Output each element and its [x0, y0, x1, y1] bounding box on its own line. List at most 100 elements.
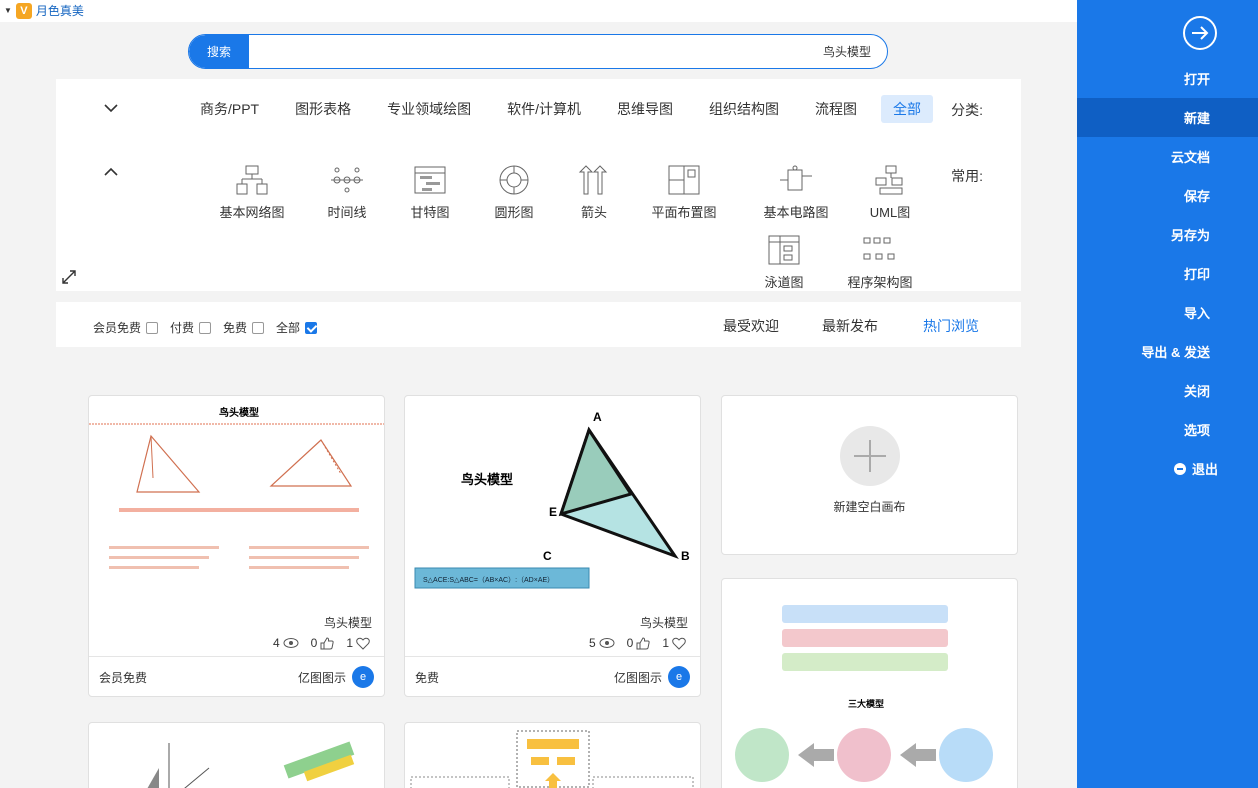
- sidebar-item-print[interactable]: 打印: [1077, 254, 1258, 293]
- heart-icon[interactable]: [356, 637, 370, 650]
- brand-name: 月色真美: [35, 4, 84, 18]
- card-stats: 4 0 1: [273, 636, 370, 650]
- thumb-caption: 鸟头模型: [461, 472, 513, 487]
- template-uml[interactable]: UML图: [840, 164, 940, 221]
- template-card[interactable]: A B C E 鸟头模型 S△ACE:S△ABC=（AB×AC）:（AD×AE）…: [404, 395, 701, 697]
- checkbox[interactable]: [199, 321, 212, 334]
- card-price: 免费: [415, 671, 440, 685]
- category-graphic-table[interactable]: 图形表格: [283, 95, 363, 123]
- template-label: 箭头: [580, 205, 607, 220]
- search-button[interactable]: 搜索: [189, 35, 249, 68]
- sidebar-item-exit[interactable]: 退出: [1077, 449, 1258, 488]
- sidebar-item-options[interactable]: 选项: [1077, 410, 1258, 449]
- card-thumbnail: 三大模型: [735, 605, 993, 782]
- category-business-ppt[interactable]: 商务/PPT: [188, 95, 271, 123]
- category-flowchart[interactable]: 流程图: [803, 95, 869, 123]
- checkbox-checked[interactable]: [305, 321, 318, 334]
- circle-chart-icon: [499, 165, 529, 195]
- sort-popular[interactable]: 最受欢迎: [723, 316, 779, 336]
- template-label: 基本电路图: [763, 205, 829, 220]
- sidebar-item-export[interactable]: 导出 & 发送: [1077, 332, 1258, 371]
- card-author[interactable]: 亿图图示 e: [614, 666, 690, 688]
- filter-bar: 热门浏览 最新发布 最受欢迎 会员免费 付费 免费 全部: [56, 302, 1021, 347]
- card-thumbnail: A B C E 鸟头模型 S△ACE:S△ABC=（AB×AC）:（AD×AE）: [414, 410, 690, 589]
- caret-down-icon[interactable]: ▼: [4, 6, 12, 15]
- category-software[interactable]: 软件/计算机: [495, 95, 593, 123]
- minus-circle-icon: [1173, 462, 1186, 475]
- vertex-label-a: A: [593, 410, 602, 424]
- checkbox[interactable]: [146, 321, 159, 334]
- category-mind-map[interactable]: 思维导图: [605, 95, 685, 123]
- category-all[interactable]: 全部: [881, 95, 933, 123]
- circuit-icon: [780, 165, 812, 191]
- sidebar-item-cloud[interactable]: 云文档: [1077, 137, 1258, 176]
- favs-stat: 1: [346, 636, 370, 650]
- brand[interactable]: ▼ V 月色真美: [4, 2, 84, 19]
- filter-paid[interactable]: 付费: [170, 319, 212, 336]
- card-stats: 5 0 1: [589, 636, 686, 650]
- new-blank-card[interactable]: 新建空白画布: [721, 395, 1018, 555]
- sidebar-item-save-as[interactable]: 另存为: [1077, 215, 1258, 254]
- template-card[interactable]: 三大模型: [721, 578, 1018, 788]
- thumb-up-icon[interactable]: [320, 636, 334, 650]
- category-org-chart[interactable]: 组织结构图: [697, 95, 791, 123]
- gantt-icon: [414, 166, 446, 194]
- template-circuit[interactable]: 基本电路图: [746, 164, 846, 221]
- category-list: 全部 流程图 组织结构图 思维导图 软件/计算机 专业领域绘图 图形表格 商务/…: [176, 95, 933, 123]
- author-name: 亿图图示: [297, 670, 346, 685]
- template-label: 时间线: [327, 205, 367, 220]
- filter-free[interactable]: 免费: [223, 319, 265, 336]
- filter-member-free[interactable]: 会员免费: [93, 319, 159, 336]
- thumb-up-icon[interactable]: [636, 636, 650, 650]
- card-thumbnail: [147, 741, 355, 788]
- arrow-icon: [578, 165, 608, 195]
- chevron-up-icon[interactable]: [104, 165, 118, 179]
- card-author[interactable]: 亿图图示 e: [298, 666, 374, 688]
- filter-all[interactable]: 全部: [276, 319, 318, 336]
- vertex-label-c: C: [543, 549, 552, 563]
- favs-stat: 1: [662, 636, 686, 650]
- sort-newest[interactable]: 最新发布: [822, 316, 878, 336]
- heart-icon[interactable]: [672, 637, 686, 650]
- template-network[interactable]: 基本网络图: [202, 164, 302, 221]
- template-card[interactable]: [404, 722, 701, 788]
- card-price: 会员免费: [99, 671, 148, 685]
- chevron-down-icon[interactable]: [104, 101, 118, 115]
- floor-plan-icon: [668, 165, 700, 195]
- thumb-title: 三大模型: [848, 698, 884, 709]
- template-label: 泳道图: [764, 275, 804, 290]
- plus-icon[interactable]: [840, 426, 900, 486]
- network-icon: [236, 165, 268, 195]
- card-footer: 免费 亿图图示 e: [405, 656, 700, 696]
- sidebar-item-close[interactable]: 关闭: [1077, 371, 1258, 410]
- views-stat: 4: [273, 636, 299, 650]
- template-label: 平面布置图: [651, 205, 717, 220]
- search-bar: 搜索: [188, 34, 888, 69]
- template-label: 甘特图: [410, 205, 450, 220]
- common-label: 常用:: [951, 168, 983, 184]
- template-floor-plan[interactable]: 平面布置图: [634, 164, 734, 221]
- sort-hot[interactable]: 热门浏览: [923, 316, 979, 336]
- card-title: 鸟头模型: [639, 616, 688, 630]
- sidebar-item-import[interactable]: 导入: [1077, 293, 1258, 332]
- new-blank-label: 新建空白画布: [833, 500, 906, 514]
- favs-count: 1: [346, 636, 353, 650]
- template-card[interactable]: 鸟头模型 鸟头模型 4 0 1 会员免费 亿图图示 e: [88, 395, 385, 697]
- search-input[interactable]: [251, 35, 871, 68]
- arrow-right-circle-icon[interactable]: [1182, 15, 1218, 51]
- template-swimlane[interactable]: 泳道图: [734, 234, 834, 291]
- checkbox[interactable]: [252, 321, 265, 334]
- card-title: 鸟头模型: [323, 616, 372, 630]
- sidebar-item-new[interactable]: 新建: [1077, 98, 1258, 137]
- expand-icon[interactable]: [62, 270, 76, 284]
- category-professional[interactable]: 专业领域绘图: [375, 95, 483, 123]
- template-card[interactable]: [88, 722, 385, 788]
- sidebar-item-save[interactable]: 保存: [1077, 176, 1258, 215]
- main-area: 搜索 分类: 全部 流程图 组织结构图 思维导图 软件/计算机 专业领域绘图 图…: [0, 22, 1077, 788]
- template-timeline[interactable]: 时间线: [297, 164, 397, 221]
- sidebar-item-open[interactable]: 打开: [1077, 59, 1258, 98]
- template-program-architecture[interactable]: 程序架构图: [830, 234, 930, 291]
- card-footer: 会员免费 亿图图示 e: [89, 656, 384, 696]
- category-panel: 分类: 全部 流程图 组织结构图 思维导图 软件/计算机 专业领域绘图 图形表格…: [56, 79, 1021, 291]
- category-label: 分类:: [951, 102, 983, 118]
